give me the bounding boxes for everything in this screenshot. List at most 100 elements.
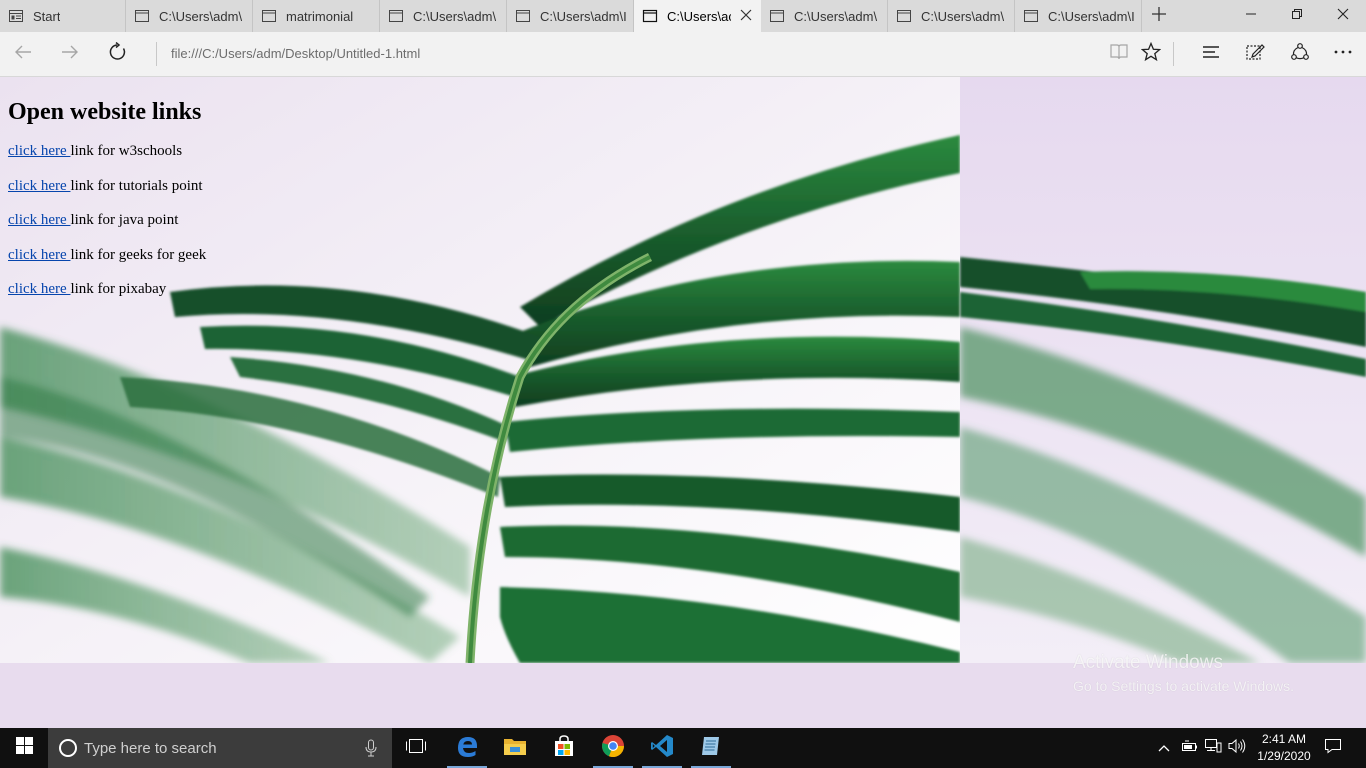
minimize-button[interactable] — [1228, 0, 1274, 32]
show-hidden-icons-button[interactable] — [1155, 728, 1173, 768]
chevron-up-icon — [1158, 739, 1170, 757]
reading-view-icon — [1109, 42, 1129, 67]
more-icon — [1333, 42, 1353, 67]
more-button[interactable] — [1320, 32, 1366, 76]
link-w3schools[interactable]: click here — [8, 143, 70, 159]
battery-button[interactable] — [1179, 728, 1199, 768]
tab-page[interactable]: C:\Users\adm\ — [380, 0, 507, 32]
microphone-icon[interactable] — [364, 739, 378, 762]
action-center-button[interactable] — [1318, 728, 1348, 768]
page-heading: Open website links — [8, 99, 202, 125]
taskbar-file-explorer[interactable] — [491, 728, 539, 768]
hub-icon — [1201, 42, 1221, 67]
link-line: click here link for tutorials point — [8, 177, 206, 195]
taskbar-edge[interactable] — [443, 728, 491, 768]
tab-page[interactable]: C:\Users\adm\ — [761, 0, 888, 32]
activation-watermark: Activate Windows Go to Settings to activ… — [1073, 652, 1294, 694]
tab-label: matrimonial — [286, 8, 354, 24]
page-viewport: Open website links click here link for w… — [0, 77, 1366, 728]
taskbar-clock[interactable]: 2:41 AM 1/29/2020 — [1252, 731, 1316, 765]
share-button[interactable] — [1277, 32, 1323, 76]
page-icon — [642, 8, 658, 24]
background-image — [960, 77, 1366, 663]
refresh-button[interactable] — [95, 32, 141, 76]
link-geeks-for-geek[interactable]: click here — [8, 247, 70, 263]
restore-button[interactable] — [1274, 0, 1320, 32]
volume-button[interactable] — [1226, 728, 1248, 768]
link-line: click here link for w3schools — [8, 142, 206, 160]
search-placeholder: Type here to search — [84, 740, 217, 757]
web-note-icon — [1245, 42, 1265, 67]
tab-page[interactable]: matrimonial — [253, 0, 380, 32]
notification-icon — [1324, 738, 1342, 759]
taskbar-store[interactable] — [540, 728, 588, 768]
forward-button[interactable] — [47, 32, 93, 76]
star-icon — [1140, 41, 1162, 67]
link-line: click here link for pixabay — [8, 280, 206, 298]
link-description: link for java point — [70, 212, 179, 228]
tab-page[interactable]: C:\Users\adm\ — [126, 0, 253, 32]
link-description: link for geeks for geek — [70, 246, 207, 263]
taskbar-search[interactable]: Type here to search — [48, 728, 392, 768]
taskbar: Type here to search 2:41 AM 1/29/2020 — [0, 728, 1366, 768]
network-button[interactable] — [1203, 728, 1223, 768]
page-icon — [515, 8, 531, 24]
page-icon — [896, 8, 912, 24]
page-content: Open website links click here link for w… — [8, 77, 206, 298]
edge-icon — [455, 734, 479, 763]
share-icon — [1290, 42, 1310, 67]
taskbar-vscode[interactable] — [638, 728, 686, 768]
tab-start[interactable]: Start — [0, 0, 126, 32]
tab-label: Start — [33, 8, 61, 24]
back-button[interactable] — [0, 32, 46, 76]
tab-label: C:\Users\adm\I — [540, 8, 627, 24]
window-controls — [1228, 0, 1366, 32]
tab-page[interactable]: C:\Users\adm\I — [1015, 0, 1142, 32]
page-icon — [261, 8, 277, 24]
link-tutorials-point[interactable]: click here — [8, 178, 70, 194]
navigation-bar: file:///C:/Users/adm/Desktop/Untitled-1.… — [0, 32, 1366, 77]
start-page-icon — [8, 8, 24, 24]
back-arrow-icon — [13, 42, 33, 67]
taskbar-notepad[interactable] — [687, 728, 735, 768]
page-icon — [769, 8, 785, 24]
chrome-icon — [601, 734, 625, 763]
forward-arrow-icon — [60, 42, 80, 67]
address-bar[interactable]: file:///C:/Users/adm/Desktop/Untitled-1.… — [171, 46, 420, 61]
page-icon — [388, 8, 404, 24]
hub-button[interactable] — [1188, 32, 1234, 76]
close-tab-icon[interactable] — [739, 8, 753, 22]
task-view-button[interactable] — [392, 728, 440, 768]
web-note-button[interactable] — [1232, 32, 1278, 76]
link-java-point[interactable]: click here — [8, 212, 70, 228]
tab-page[interactable]: C:\Users\adm\ — [888, 0, 1015, 32]
start-button[interactable] — [0, 728, 48, 768]
tab-label: C:\Users\adm\ — [921, 8, 1005, 24]
tab-label: C:\Users\adm\ — [413, 8, 497, 24]
refresh-icon — [108, 41, 128, 67]
close-icon — [1337, 7, 1349, 25]
link-description: link for tutorials point — [70, 177, 203, 194]
close-window-button[interactable] — [1320, 0, 1366, 32]
tab-label: C:\Users\adm\I — [1048, 8, 1135, 24]
watermark-subtitle: Go to Settings to activate Windows. — [1073, 678, 1294, 694]
volume-icon — [1227, 738, 1247, 759]
link-description: link for pixabay — [70, 281, 167, 297]
taskbar-chrome[interactable] — [589, 728, 637, 768]
page-icon — [134, 8, 150, 24]
divider — [1173, 42, 1174, 66]
new-tab-button[interactable] — [1142, 0, 1176, 32]
link-line: click here link for geeks for geek — [8, 246, 206, 264]
link-pixabay[interactable]: click here — [8, 281, 70, 297]
link-line: click here link for java point — [8, 211, 206, 229]
link-description: link for w3schools — [70, 143, 183, 159]
notepad-icon — [699, 734, 723, 763]
tab-active[interactable]: C:\Users\ac — [634, 0, 761, 32]
divider — [156, 42, 157, 66]
tab-label: C:\Users\adm\ — [794, 8, 878, 24]
tab-page[interactable]: C:\Users\adm\I — [507, 0, 634, 32]
tab-strip: Start C:\Users\adm\ matrimonial C:\Users… — [0, 0, 1366, 32]
vscode-icon — [650, 734, 674, 763]
plus-icon — [1151, 6, 1167, 27]
favorite-button[interactable] — [1128, 32, 1174, 76]
